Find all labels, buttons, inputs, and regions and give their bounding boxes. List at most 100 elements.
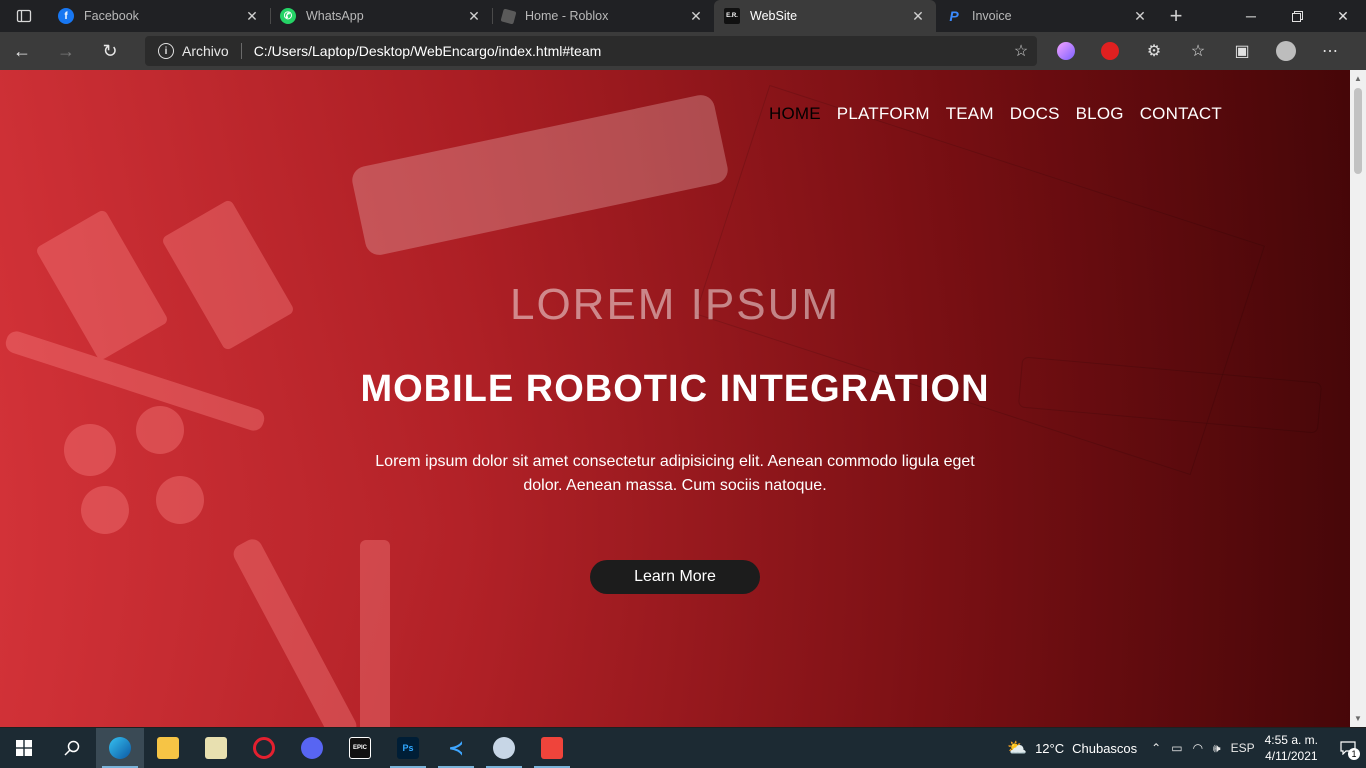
paint-icon — [493, 737, 515, 759]
taskbar-file-explorer[interactable] — [144, 728, 192, 768]
taskbar-vscode[interactable]: ≺ — [432, 728, 480, 768]
page-viewport: HOME PLATFORM TEAM DOCS BLOG CONTACT LOR… — [0, 70, 1350, 727]
start-button[interactable] — [0, 728, 48, 768]
tab-title: WhatsApp — [306, 9, 364, 23]
volume-icon[interactable]: 🕪 — [1213, 741, 1221, 756]
system-tray: ⛅ 12°C Chubascos ⌃ ▭ ◠ 🕪 ESP 4:55 a. m. … — [1007, 728, 1366, 768]
tab-title: WebSite — [750, 9, 798, 23]
close-tab-icon[interactable]: ✕ — [244, 8, 260, 24]
anydesk-icon — [541, 737, 563, 759]
tab-invoice[interactable]: P Invoice ✕ — [936, 0, 1158, 32]
tab-website[interactable]: E.R. WebSite ✕ — [714, 0, 936, 32]
nav-link-docs[interactable]: DOCS — [1010, 104, 1060, 124]
close-window-icon[interactable]: ✕ — [1320, 0, 1366, 32]
windows-taskbar: EPIC Ps ≺ ⛅ 12°C Chubascos ⌃ ▭ ◠ 🕪 ESP 4… — [0, 728, 1366, 768]
taskbar-epic-games[interactable]: EPIC — [336, 728, 384, 768]
taskbar-minecraft[interactable] — [192, 728, 240, 768]
forward-icon[interactable]: → — [44, 32, 88, 70]
tray-icons: ⌃ ▭ ◠ 🕪 ESP — [1151, 741, 1254, 756]
nav-link-platform[interactable]: PLATFORM — [837, 104, 930, 124]
close-tab-icon[interactable]: ✕ — [1132, 8, 1148, 24]
hero-kicker: LOREM IPSUM — [509, 280, 841, 329]
tab-title: Invoice — [972, 9, 1012, 23]
weather-widget[interactable]: ⛅ 12°C Chubascos — [1007, 738, 1137, 758]
restore-icon[interactable] — [1274, 0, 1320, 32]
edge-icon — [109, 737, 131, 759]
roblox-icon — [500, 8, 517, 24]
folder-icon — [157, 737, 179, 759]
taskbar-photoshop[interactable]: Ps — [384, 728, 432, 768]
site-info-icon[interactable]: i — [158, 43, 174, 59]
taskbar-anydesk[interactable] — [528, 728, 576, 768]
hero-description: Lorem ipsum dolor sit amet consectetur a… — [375, 453, 975, 494]
weather-condition: Chubascos — [1072, 740, 1138, 756]
extensions-icon[interactable]: ⚙ — [1132, 32, 1176, 70]
paypal-icon: P — [949, 8, 959, 24]
windows-logo-icon — [16, 740, 32, 756]
nav-link-team[interactable]: TEAM — [946, 104, 994, 124]
scroll-down-icon[interactable]: ▼ — [1354, 714, 1362, 723]
weather-cloud-icon: ⛅ — [1007, 740, 1028, 757]
wifi-icon[interactable]: ◠ — [1193, 741, 1203, 755]
divider — [240, 43, 242, 59]
site-navigation: HOME PLATFORM TEAM DOCS BLOG CONTACT — [769, 104, 1222, 124]
refresh-icon[interactable]: ↻ — [88, 32, 132, 70]
taskbar-opera[interactable] — [240, 728, 288, 768]
opera-icon — [253, 737, 275, 759]
notification-count-badge: 1 — [1348, 748, 1360, 760]
tab-whatsapp[interactable]: ✆ WhatsApp ✕ — [270, 0, 492, 32]
collections-icon[interactable]: ▣ — [1220, 32, 1264, 70]
back-icon[interactable]: ← — [0, 32, 44, 70]
tab-roblox[interactable]: Home - Roblox ✕ — [492, 0, 714, 32]
tab-facebook[interactable]: f Facebook ✕ — [48, 0, 270, 32]
protocol-label: Archivo — [182, 43, 229, 59]
tab-title: Facebook — [84, 9, 139, 23]
extension-adblock-icon[interactable] — [1088, 32, 1132, 70]
address-bar[interactable]: i Archivo C:/Users/Laptop/Desktop/WebEnc… — [145, 36, 1037, 66]
close-tab-icon[interactable]: ✕ — [910, 8, 926, 24]
extension-play-icon[interactable] — [1044, 32, 1088, 70]
toolbar-extensions: ⚙ ☆ ▣ ⋯ — [1044, 32, 1352, 70]
clock-date: 4/11/2021 — [1265, 749, 1318, 763]
nav-link-contact[interactable]: CONTACT — [1140, 104, 1222, 124]
page-scrollbar[interactable]: ▲ ▼ — [1350, 70, 1366, 727]
vscode-icon: ≺ — [448, 737, 464, 758]
hero-headline: MOBILE ROBOTIC INTEGRATION — [360, 368, 990, 410]
window-controls: ─ ✕ — [1228, 0, 1366, 32]
more-options-icon[interactable]: ⋯ — [1308, 32, 1352, 70]
taskbar-paint[interactable] — [480, 728, 528, 768]
add-favorite-icon[interactable]: ☆ — [1005, 41, 1037, 61]
scroll-up-icon[interactable]: ▲ — [1354, 74, 1362, 83]
profile-avatar[interactable] — [1264, 32, 1308, 70]
minimize-icon[interactable]: ─ — [1228, 0, 1274, 32]
search-icon[interactable] — [48, 728, 96, 768]
url-text[interactable]: C:/Users/Laptop/Desktop/WebEncargo/index… — [254, 43, 1005, 59]
action-center-icon[interactable]: 1 — [1330, 728, 1366, 768]
language-indicator[interactable]: ESP — [1231, 741, 1255, 755]
nav-link-home[interactable]: HOME — [769, 104, 821, 124]
close-tab-icon[interactable]: ✕ — [688, 8, 704, 24]
battery-icon[interactable]: ▭ — [1171, 741, 1182, 755]
new-tab-button[interactable]: + — [1158, 0, 1194, 32]
epic-games-icon: EPIC — [349, 737, 371, 759]
close-tab-icon[interactable]: ✕ — [466, 8, 482, 24]
tab-title: Home - Roblox — [525, 9, 609, 23]
whatsapp-icon: ✆ — [280, 8, 296, 24]
website-favicon-icon: E.R. — [724, 8, 740, 24]
discord-icon — [301, 737, 323, 759]
clock[interactable]: 4:55 a. m. 4/11/2021 — [1265, 732, 1318, 764]
nav-link-blog[interactable]: BLOG — [1076, 104, 1124, 124]
chevron-up-icon[interactable]: ⌃ — [1151, 741, 1161, 755]
learn-more-button[interactable]: Learn More — [590, 560, 760, 594]
photoshop-icon: Ps — [397, 737, 419, 759]
favorites-icon[interactable]: ☆ — [1176, 32, 1220, 70]
minecraft-icon — [205, 737, 227, 759]
taskbar-discord[interactable] — [288, 728, 336, 768]
clock-time: 4:55 a. m. — [1264, 733, 1318, 747]
browser-toolbar: ← → ↻ i Archivo C:/Users/Laptop/Desktop/… — [0, 32, 1366, 70]
weather-temperature: 12°C — [1035, 740, 1065, 756]
tab-actions-icon[interactable] — [0, 0, 48, 32]
facebook-icon: f — [58, 8, 74, 24]
taskbar-edge[interactable] — [96, 728, 144, 768]
scrollbar-thumb[interactable] — [1354, 88, 1362, 174]
